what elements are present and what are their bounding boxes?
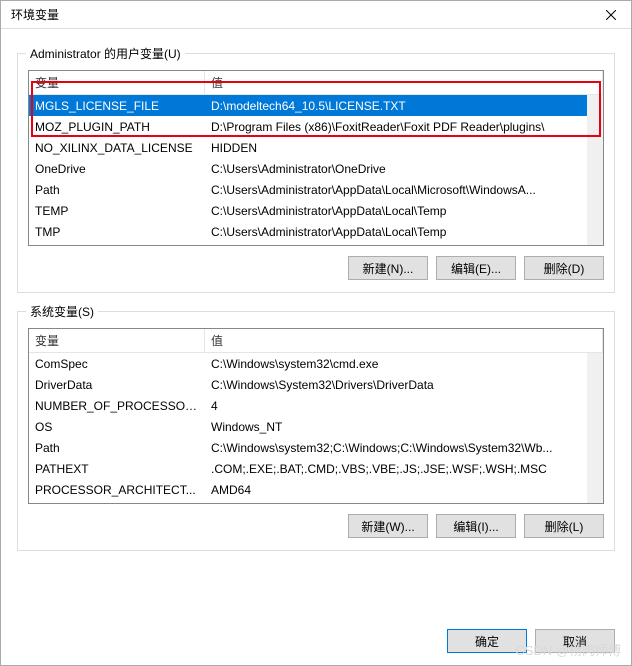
close-icon (606, 10, 616, 20)
var-value-cell: C:\Users\Administrator\AppData\Local\Tem… (205, 202, 603, 220)
var-value-cell: C:\Windows\system32\cmd.exe (205, 355, 603, 373)
table-row[interactable]: OSWindows_NT (29, 416, 603, 437)
var-name-cell: MOZ_PLUGIN_PATH (29, 118, 205, 136)
var-name-cell: ComSpec (29, 355, 205, 373)
var-name-cell: TMP (29, 223, 205, 241)
var-name-cell: PATHEXT (29, 460, 205, 478)
scrollbar[interactable] (587, 353, 603, 503)
user-vars-list[interactable]: 变量 值 MGLS_LICENSE_FILED:\modeltech64_10.… (28, 70, 604, 246)
user-vars-legend: Administrator 的用户变量(U) (26, 45, 185, 62)
var-value-cell: C:\Windows\System32\Drivers\DriverData (205, 376, 603, 394)
table-row[interactable]: MGLS_LICENSE_FILED:\modeltech64_10.5\LIC… (29, 95, 603, 116)
var-name-cell: OS (29, 418, 205, 436)
table-row[interactable]: OneDriveC:\Users\Administrator\OneDrive (29, 158, 603, 179)
table-row[interactable]: PROCESSOR_ARCHITECT...AMD64 (29, 479, 603, 500)
var-value-cell: HIDDEN (205, 139, 603, 157)
var-name-cell: Path (29, 439, 205, 457)
window-title: 环境变量 (11, 6, 591, 23)
user-delete-button[interactable]: 删除(D) (524, 256, 604, 280)
env-vars-dialog: 环境变量 Administrator 的用户变量(U) 变量 值 MGLS_LI… (0, 0, 632, 666)
var-name-cell: PROCESSOR_ARCHITECT... (29, 481, 205, 499)
dialog-footer: 确定 取消 (447, 629, 615, 653)
titlebar: 环境变量 (1, 1, 631, 29)
var-value-cell: C:\Windows\system32;C:\Windows;C:\Window… (205, 439, 603, 457)
list-header: 变量 值 (29, 71, 603, 95)
col-header-name[interactable]: 变量 (29, 70, 205, 95)
user-new-button[interactable]: 新建(N)... (348, 256, 428, 280)
cancel-button[interactable]: 取消 (535, 629, 615, 653)
scrollbar[interactable] (587, 95, 603, 245)
var-name-cell: NO_XILINX_DATA_LICENSE (29, 139, 205, 157)
var-name-cell: OneDrive (29, 160, 205, 178)
var-name-cell: DriverData (29, 376, 205, 394)
var-value-cell: AMD64 (205, 481, 603, 499)
var-value-cell: C:\Users\Administrator\AppData\Local\Mic… (205, 181, 603, 199)
user-button-row: 新建(N)... 编辑(E)... 删除(D) (28, 256, 604, 280)
var-name-cell: TEMP (29, 202, 205, 220)
list-body: ComSpecC:\Windows\system32\cmd.exeDriver… (29, 353, 603, 503)
sys-vars-list[interactable]: 变量 值 ComSpecC:\Windows\system32\cmd.exeD… (28, 328, 604, 504)
table-row[interactable]: PathC:\Windows\system32;C:\Windows;C:\Wi… (29, 437, 603, 458)
table-row[interactable]: TMPC:\Users\Administrator\AppData\Local\… (29, 221, 603, 242)
table-row[interactable]: NUMBER_OF_PROCESSORS4 (29, 395, 603, 416)
close-button[interactable] (591, 1, 631, 29)
sys-button-row: 新建(W)... 编辑(I)... 删除(L) (28, 514, 604, 538)
var-name-cell: Path (29, 181, 205, 199)
var-value-cell: C:\Users\Administrator\AppData\Local\Tem… (205, 223, 603, 241)
var-value-cell: 4 (205, 397, 603, 415)
user-edit-button[interactable]: 编辑(E)... (436, 256, 516, 280)
var-value-cell: Windows_NT (205, 418, 603, 436)
col-header-name[interactable]: 变量 (29, 328, 205, 353)
table-row[interactable]: TEMPC:\Users\Administrator\AppData\Local… (29, 200, 603, 221)
sys-edit-button[interactable]: 编辑(I)... (436, 514, 516, 538)
var-value-cell: C:\Users\Administrator\OneDrive (205, 160, 603, 178)
list-header: 变量 值 (29, 329, 603, 353)
table-row[interactable]: PathC:\Users\Administrator\AppData\Local… (29, 179, 603, 200)
list-body: MGLS_LICENSE_FILED:\modeltech64_10.5\LIC… (29, 95, 603, 245)
col-header-value[interactable]: 值 (205, 328, 603, 353)
sys-new-button[interactable]: 新建(W)... (348, 514, 428, 538)
col-header-value[interactable]: 值 (205, 70, 603, 95)
var-name-cell: MGLS_LICENSE_FILE (29, 97, 205, 115)
dialog-content: Administrator 的用户变量(U) 变量 值 MGLS_LICENSE… (1, 29, 631, 611)
table-row[interactable]: NO_XILINX_DATA_LICENSEHIDDEN (29, 137, 603, 158)
sys-vars-legend: 系统变量(S) (26, 303, 98, 320)
var-value-cell: D:\Program Files (x86)\FoxitReader\Foxit… (205, 118, 603, 136)
ok-button[interactable]: 确定 (447, 629, 527, 653)
table-row[interactable]: PATHEXT.COM;.EXE;.BAT;.CMD;.VBS;.VBE;.JS… (29, 458, 603, 479)
table-row[interactable]: DriverDataC:\Windows\System32\Drivers\Dr… (29, 374, 603, 395)
var-value-cell: D:\modeltech64_10.5\LICENSE.TXT (205, 97, 603, 115)
table-row[interactable]: MOZ_PLUGIN_PATHD:\Program Files (x86)\Fo… (29, 116, 603, 137)
sys-delete-button[interactable]: 删除(L) (524, 514, 604, 538)
sys-vars-group: 系统变量(S) 变量 值 ComSpecC:\Windows\system32\… (17, 311, 615, 551)
var-value-cell: .COM;.EXE;.BAT;.CMD;.VBS;.VBE;.JS;.JSE;.… (205, 460, 603, 478)
var-name-cell: NUMBER_OF_PROCESSORS (29, 397, 205, 415)
user-vars-group: Administrator 的用户变量(U) 变量 值 MGLS_LICENSE… (17, 53, 615, 293)
table-row[interactable]: ComSpecC:\Windows\system32\cmd.exe (29, 353, 603, 374)
